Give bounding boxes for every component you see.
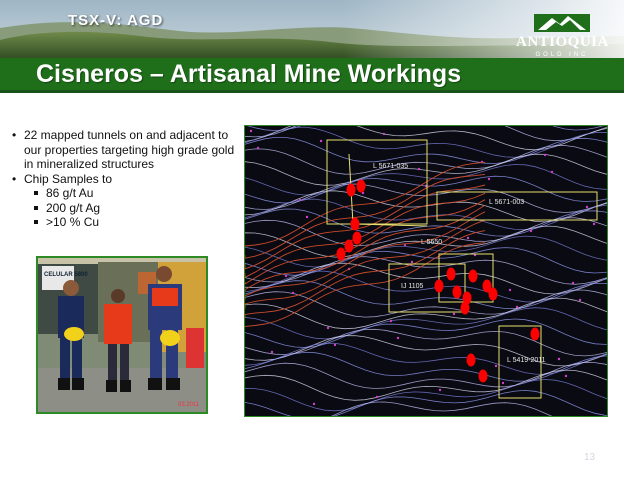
mine-marker: [478, 369, 488, 383]
map-label-l5671-035: L 5671-035: [373, 163, 408, 170]
photo-date-stamp: 03.2011: [178, 402, 200, 408]
slide-header: TSX-V: AGD ANTIOQUIA GOLD INC Cisneros –…: [0, 0, 624, 93]
mine-marker: [352, 231, 362, 245]
topographic-map: L 5671-035 L 5671-003 L 5650 IJ 1105 L 5…: [244, 125, 608, 417]
map-label-ij1105: IJ 1105: [401, 283, 424, 290]
ticker-symbol: TSX-V: AGD: [68, 12, 164, 29]
logo-subtitle: GOLD INC: [535, 52, 589, 58]
logo-mountain-icon: [534, 14, 590, 32]
sub-bullet-silver: 200 g/t Ag: [10, 201, 238, 216]
mine-marker: [446, 267, 456, 281]
mine-marker: [356, 179, 366, 193]
mine-marker: [468, 269, 478, 283]
mine-marker: [434, 279, 444, 293]
logo-name: ANTIOQUIA: [516, 34, 609, 50]
bullet-tunnels: 22 mapped tunnels on and adjacent to our…: [10, 128, 238, 172]
mine-marker: [346, 183, 356, 197]
map-label-l5650: L 5650: [421, 239, 442, 246]
map-label-l5419-2011: L 5419-2011: [507, 357, 546, 364]
mine-marker: [488, 287, 498, 301]
slide-title: Cisneros – Artisanal Mine Workings: [36, 60, 462, 88]
mine-marker: [466, 353, 476, 367]
mine-marker: [530, 327, 540, 341]
photo-sign-text: CELULAR 5800: [44, 272, 88, 278]
sub-bullet-copper: >10 % Cu: [10, 215, 238, 230]
field-team-photo: CELULAR 5800 03.2011: [36, 256, 208, 414]
map-label-l5671-003: L 5671-003: [489, 199, 524, 206]
mine-marker: [344, 239, 354, 253]
mine-marker: [350, 217, 360, 231]
mine-marker: [336, 247, 346, 261]
bullet-list: 22 mapped tunnels on and adjacent to our…: [10, 128, 238, 230]
company-logo: ANTIOQUIA GOLD INC: [516, 12, 608, 60]
bullet-chip-samples: Chip Samples to: [10, 172, 238, 187]
mine-marker: [460, 301, 470, 315]
page-number: 13: [584, 452, 596, 463]
sub-bullet-gold: 86 g/t Au: [10, 186, 238, 201]
mine-marker: [452, 285, 462, 299]
